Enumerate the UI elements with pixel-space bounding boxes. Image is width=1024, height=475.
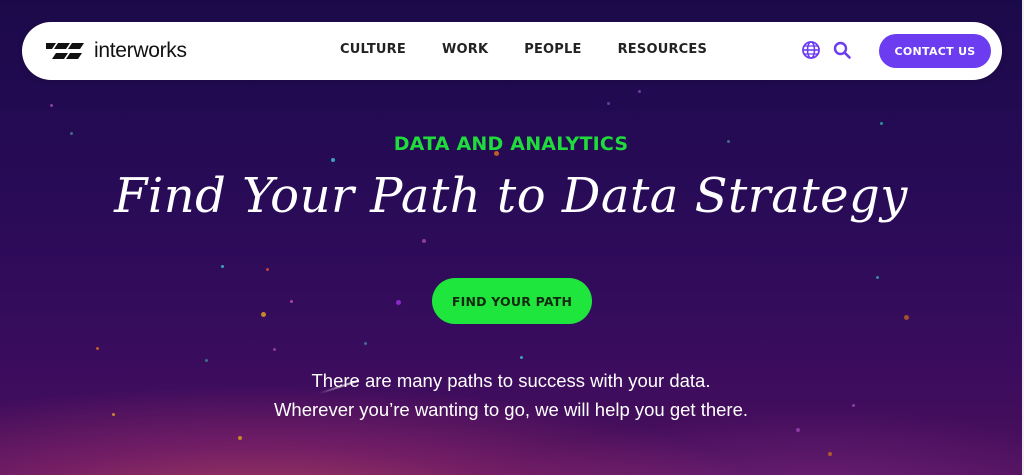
globe-icon[interactable] (801, 40, 821, 60)
star (221, 265, 224, 268)
hero-subtext-line-1: There are many paths to success with you… (311, 370, 711, 391)
star (290, 300, 293, 303)
section-eyebrow: DATA AND ANALYTICS (393, 133, 629, 155)
star (238, 436, 242, 440)
page-frame: interworks CULTURE WORK PEOPLE RESOURCES… (0, 0, 1024, 475)
main-menu: CULTURE WORK PEOPLE RESOURCES (340, 42, 743, 57)
star (796, 428, 800, 432)
find-your-path-button[interactable]: FIND YOUR PATH (432, 278, 592, 324)
contact-us-button[interactable]: CONTACT US (879, 34, 991, 68)
star (50, 104, 53, 107)
search-icon[interactable] (832, 40, 852, 60)
top-navigation-bar: interworks CULTURE WORK PEOPLE RESOURCES… (22, 22, 1002, 80)
star (904, 315, 909, 320)
nav-item-people[interactable]: PEOPLE (524, 42, 581, 57)
star (422, 239, 426, 243)
star (638, 90, 641, 93)
star (880, 122, 883, 125)
hero-section: interworks CULTURE WORK PEOPLE RESOURCES… (0, 0, 1022, 475)
star (607, 102, 610, 105)
brand-name: interworks (94, 39, 187, 62)
hero-subtext-line-2: Wherever you’re wanting to go, we will h… (273, 399, 749, 420)
star (261, 312, 266, 317)
interworks-logo[interactable]: interworks (46, 39, 187, 62)
star (876, 276, 879, 279)
star (331, 158, 335, 162)
star (828, 452, 832, 456)
nav-item-work[interactable]: WORK (442, 42, 488, 57)
logo-mark-icon (46, 43, 84, 59)
star (364, 342, 367, 345)
nav-item-culture[interactable]: CULTURE (340, 42, 406, 57)
star (396, 300, 401, 305)
nav-item-resources[interactable]: RESOURCES (618, 42, 707, 57)
star (96, 347, 99, 350)
star (205, 359, 208, 362)
hero-headline: Find Your Path to Data Strategy (114, 168, 908, 224)
star (266, 268, 269, 271)
star (520, 356, 523, 359)
star (273, 348, 276, 351)
